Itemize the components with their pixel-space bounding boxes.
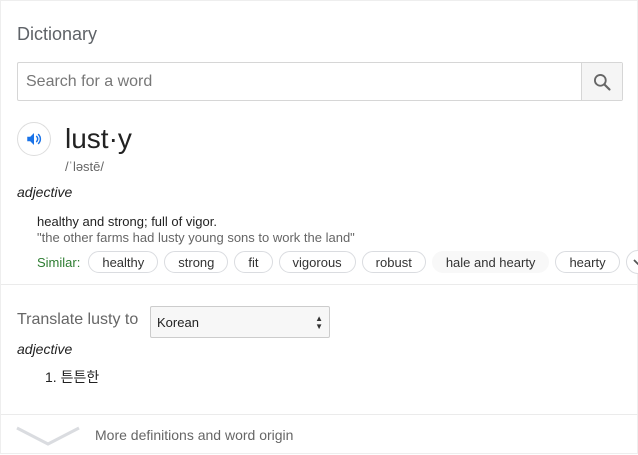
chevron-down-icon	[16, 426, 80, 446]
similar-label: Similar:	[37, 254, 81, 270]
pronunciation-button[interactable]	[17, 122, 51, 156]
translation-part-of-speech: adjective	[17, 341, 73, 357]
select-arrows-icon: ▲ ▼	[315, 314, 323, 331]
language-select-value: Korean	[157, 314, 199, 330]
phonetic: /ˈləstē/	[65, 159, 105, 174]
card-title: Dictionary	[17, 24, 98, 44]
section-divider	[1, 284, 638, 285]
dictionary-card: Dictionary lust·y /ˈləstē/ adjective hea…	[0, 0, 638, 454]
headword: lust·y	[65, 123, 132, 154]
chevron-down-icon	[632, 259, 638, 266]
similar-chip-fit[interactable]: fit	[234, 251, 273, 273]
translate-label: Translate lusty to	[17, 311, 139, 328]
search-button[interactable]	[581, 63, 622, 100]
similar-chip-robust[interactable]: robust	[361, 251, 426, 273]
search-input[interactable]	[18, 63, 582, 100]
speaker-icon	[27, 133, 42, 145]
search-box	[17, 62, 623, 101]
more-definitions-label: More definitions and word origin	[95, 427, 294, 443]
part-of-speech: adjective	[17, 184, 73, 200]
similar-chip-hearty[interactable]: hearty	[555, 251, 620, 273]
more-definitions-link[interactable]: More definitions and word origin	[1, 415, 638, 455]
similar-words: Similar: healthy strong fit vigorous rob…	[37, 250, 638, 274]
expand-similar-button[interactable]	[625, 250, 638, 274]
similar-chip-strong[interactable]: strong	[164, 251, 229, 273]
definition: healthy and strong; full of vigor.	[37, 214, 217, 229]
language-select[interactable]: Korean ▲ ▼	[150, 306, 330, 338]
similar-chip-hale-and-hearty[interactable]: hale and hearty	[431, 251, 550, 273]
search-icon	[594, 73, 611, 91]
example-sentence: "the other farms had lusty young sons to…	[37, 230, 355, 245]
translation-item: 1. 튼튼한	[45, 369, 100, 385]
similar-chip-vigorous[interactable]: vigorous	[278, 251, 356, 273]
similar-chip-healthy[interactable]: healthy	[88, 251, 159, 273]
